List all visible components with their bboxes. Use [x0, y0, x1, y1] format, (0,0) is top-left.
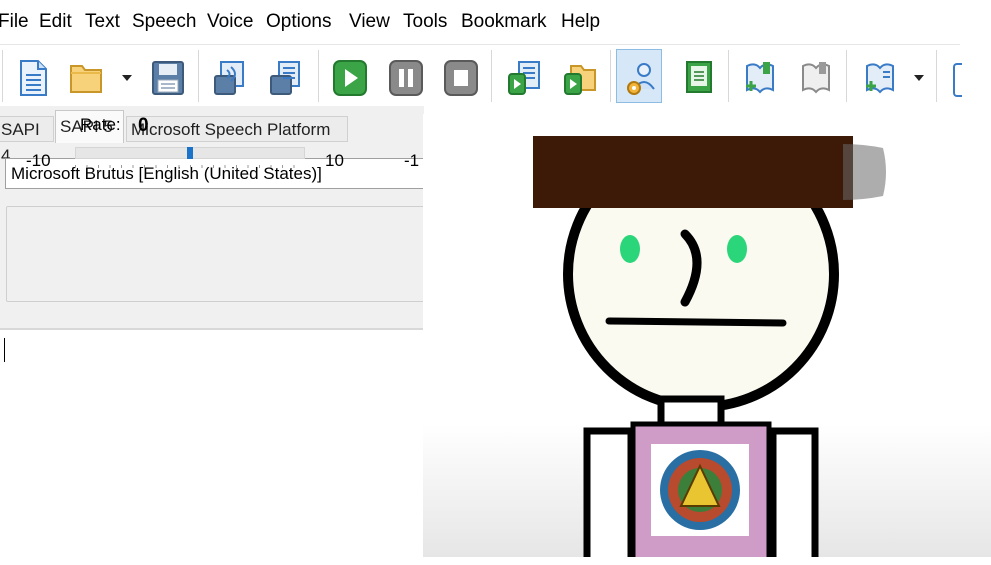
menu-speech[interactable]: Speech	[132, 10, 196, 34]
toolbar-separator	[936, 50, 937, 102]
play-icon	[333, 60, 367, 96]
menu-edit[interactable]: Edit	[39, 10, 72, 34]
split-audio-icon	[270, 61, 300, 95]
open-read-icon	[564, 65, 596, 95]
more-tools-icon[interactable]	[953, 63, 962, 97]
tab-sapi4[interactable]: SAPI 4	[0, 116, 54, 165]
menu-bar: File Edit Text Speech Voice Options View…	[0, 0, 991, 44]
character-right-eye	[727, 235, 747, 263]
save-audio-button[interactable]	[206, 49, 252, 103]
voice-settings-button[interactable]	[616, 49, 662, 103]
voice-settings-icon	[627, 63, 655, 95]
character-left-arm	[583, 427, 635, 557]
open-and-read-button[interactable]	[556, 49, 602, 103]
menu-options[interactable]: Options	[266, 10, 331, 34]
add-bookmark-icon	[746, 62, 774, 94]
split-audio-button[interactable]	[262, 49, 308, 103]
chevron-down-icon[interactable]	[122, 75, 132, 81]
read-aloud-button[interactable]	[500, 49, 546, 103]
character-right-arm	[769, 427, 819, 557]
toolbar-separator	[198, 50, 199, 102]
rate-group	[6, 206, 436, 302]
toolbar-separator	[491, 50, 492, 102]
rate-max-label: 10	[325, 151, 344, 170]
play-button[interactable]	[326, 49, 372, 103]
bookmark-button[interactable]	[792, 49, 838, 103]
stick-figure-drawing	[533, 136, 886, 557]
hat-brush-edge	[843, 144, 886, 200]
text-edit-button[interactable]	[674, 49, 720, 103]
toolbar-separator	[846, 50, 847, 102]
text-edit-icon	[686, 61, 712, 93]
menu-view[interactable]: View	[349, 10, 390, 34]
menu-text[interactable]: Text	[85, 10, 120, 34]
rate-slider-ticks	[75, 165, 305, 168]
rate-slider-thumb[interactable]	[187, 147, 193, 159]
menu-bookmark[interactable]: Bookmark	[461, 10, 547, 34]
rate-label: Rate:	[80, 115, 121, 134]
stop-button[interactable]	[437, 49, 483, 103]
open-folder-icon	[70, 65, 102, 93]
toolbar-separator	[2, 50, 3, 102]
read-aloud-icon	[508, 61, 540, 95]
add-bookmark-button[interactable]	[736, 49, 782, 103]
toolbar	[0, 44, 962, 107]
stop-icon	[444, 60, 478, 96]
bookmark-list-icon	[866, 63, 894, 94]
new-document-icon	[20, 60, 47, 96]
text-editor[interactable]	[0, 328, 424, 565]
voice-panel: SAPI 4 SAPI 5 Microsoft Speech Platform …	[0, 106, 436, 328]
toolbar-separator	[318, 50, 319, 102]
chevron-down-icon[interactable]	[914, 75, 924, 81]
character-hat	[533, 136, 853, 208]
character-mouth	[605, 317, 787, 327]
menu-voice[interactable]: Voice	[207, 10, 253, 34]
rate-min-label: -10	[26, 151, 51, 170]
save-icon	[152, 61, 184, 95]
voice-select[interactable]: Microsoft Brutus [English (United States…	[5, 158, 435, 189]
pitch-min-label: -1	[404, 151, 420, 170]
save-audio-icon	[214, 61, 244, 95]
pause-button[interactable]	[382, 49, 428, 103]
text-caret	[4, 338, 5, 362]
bookmark-list-button[interactable]	[856, 49, 902, 103]
bookmark-icon	[802, 62, 830, 94]
toolbar-separator	[610, 50, 611, 102]
menu-tools[interactable]: Tools	[403, 10, 447, 34]
new-document-button[interactable]	[10, 49, 56, 103]
save-button[interactable]	[144, 49, 190, 103]
rate-value: 0	[138, 115, 149, 136]
tab-speech-platform[interactable]: Microsoft Speech Platform	[126, 116, 348, 142]
menu-file[interactable]: File	[0, 10, 29, 34]
character-left-eye	[620, 235, 640, 263]
toolbar-separator	[728, 50, 729, 102]
open-file-button[interactable]	[62, 49, 108, 103]
character-drawing	[423, 114, 991, 557]
pause-icon	[389, 60, 423, 96]
menu-help[interactable]: Help	[561, 10, 600, 34]
